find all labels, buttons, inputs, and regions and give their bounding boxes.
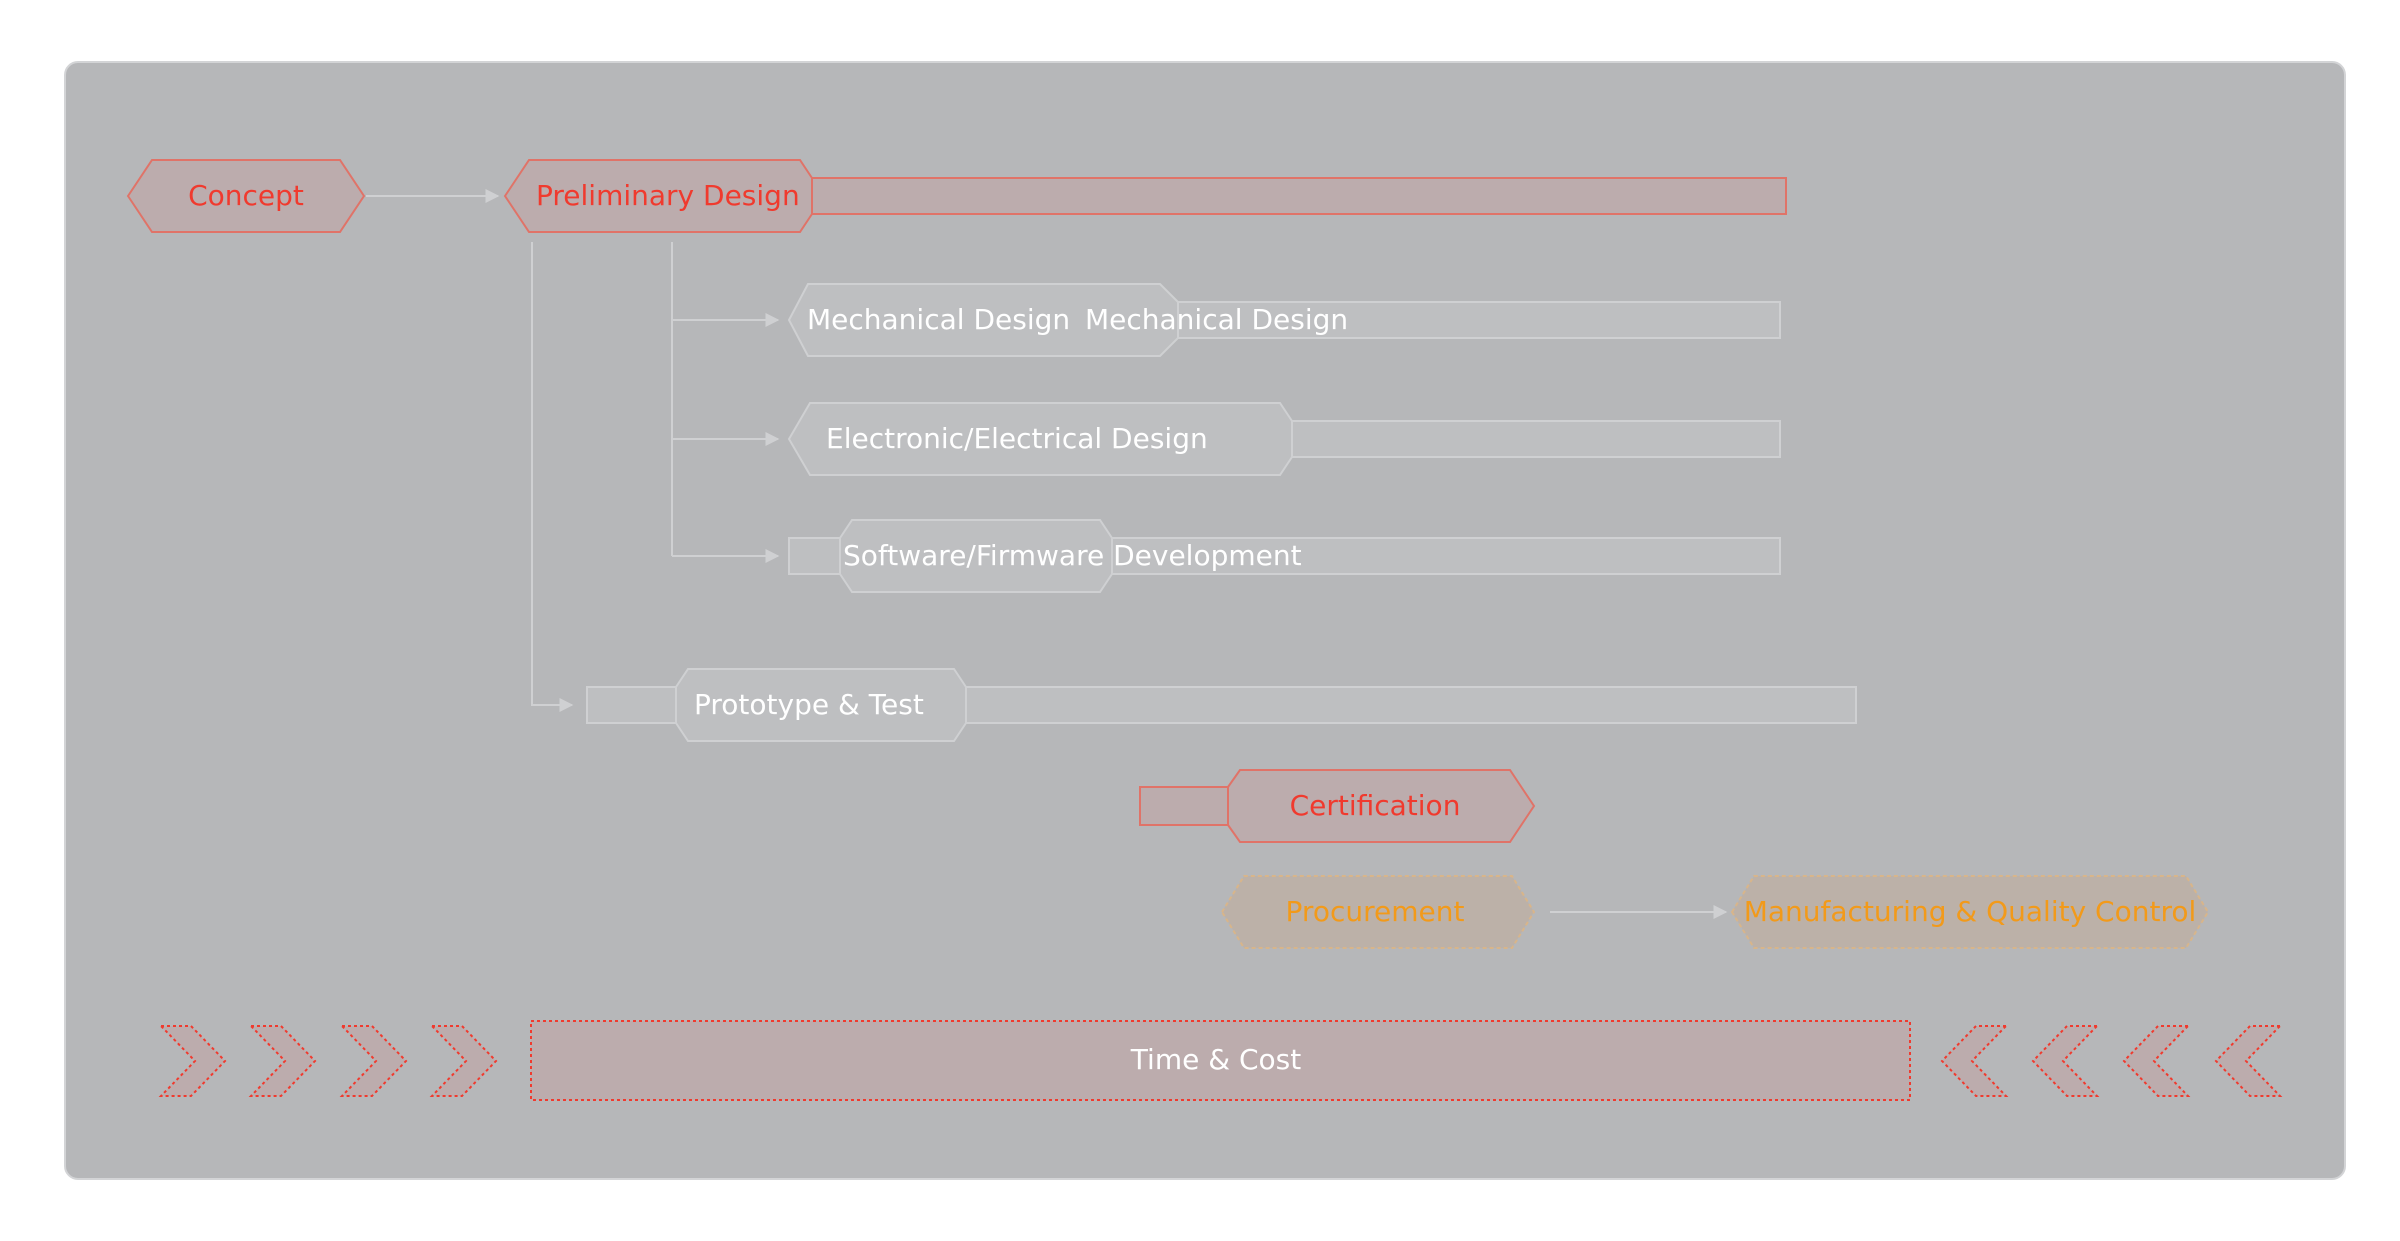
chevron-left-icon (1940, 1025, 2009, 1097)
manufacturing-label: Manufacturing & Quality Control (1744, 895, 2197, 928)
chevron-left-icon (2122, 1025, 2191, 1097)
chevron-left-icon (2214, 1025, 2283, 1097)
chevron-right-icon (248, 1025, 317, 1097)
certification-label: Certification (1290, 789, 1461, 822)
node-software-development[interactable]: Software/Firmware Development (788, 519, 1781, 593)
connector-to-prototype (531, 242, 574, 712)
time-cost-label: Time & Cost (1130, 1043, 1301, 1076)
prototype-test-label: Prototype & Test (694, 688, 924, 721)
preliminary-design-bar (779, 177, 1787, 215)
chevron-right-icon (339, 1025, 408, 1097)
node-procurement[interactable]: Procurement (1220, 875, 1536, 949)
node-mechanical-design[interactable]: Mechanical Design Mechanical Design (787, 283, 1781, 357)
mechanical-design-label-2: Mechanical Design (1085, 303, 1348, 336)
software-development-label: Software/Firmware Development (843, 539, 1302, 572)
chevron-left-icon (2031, 1025, 2100, 1097)
node-prototype-test[interactable]: Prototype & Test (586, 668, 1857, 742)
node-electrical-design[interactable]: Electronic/Electrical Design (787, 402, 1781, 476)
electrical-design-bar (1269, 420, 1781, 458)
chevron-right-icon (429, 1025, 498, 1097)
time-cost-bar: Time & Cost (530, 1020, 1911, 1101)
preliminary-design-label: Preliminary Design (536, 179, 800, 212)
mechanical-design-label-1: Mechanical Design (807, 303, 1070, 336)
electrical-design-label: Electronic/Electrical Design (826, 422, 1208, 455)
node-certification[interactable]: Certification (1139, 769, 1536, 843)
left-chevrons (158, 1025, 498, 1097)
procurement-label: Procurement (1286, 895, 1465, 928)
node-concept[interactable]: Concept (126, 159, 366, 233)
product-development-diagram: Concept Preliminary Design Mechanical De… (126, 159, 2283, 1101)
certification-bar (1139, 786, 1241, 826)
node-preliminary-design[interactable]: Preliminary Design (503, 159, 1787, 233)
right-chevrons (1940, 1025, 2283, 1097)
concept-label: Concept (188, 179, 304, 212)
chevron-right-icon (158, 1025, 227, 1097)
